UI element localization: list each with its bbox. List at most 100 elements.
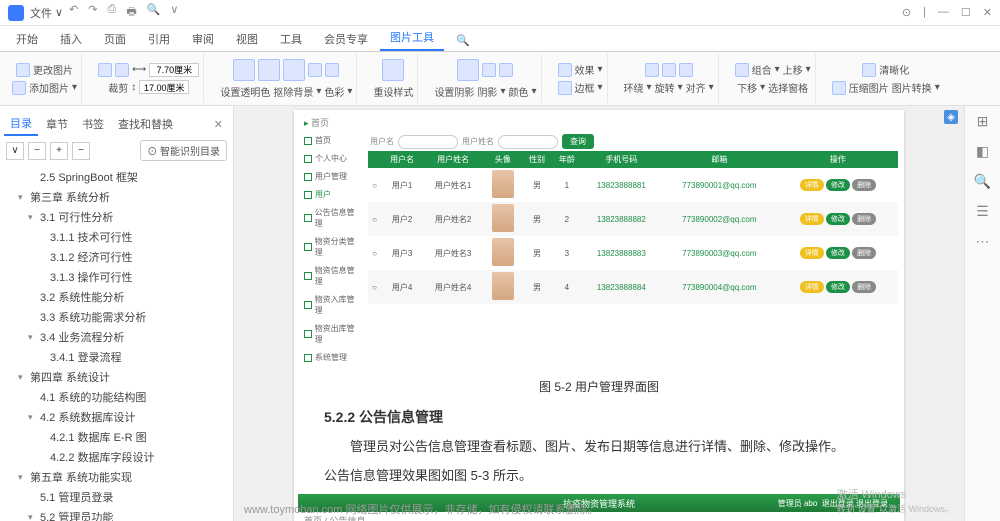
- style-panel-icon[interactable]: ◧: [974, 142, 992, 160]
- chevron-down-icon[interactable]: ∨: [170, 3, 178, 22]
- undo-icon[interactable]: ↶: [69, 3, 78, 22]
- embedded-image-1[interactable]: ▸ 首页 首页个人中心用户管理用户公告信息管理物资分类管理物资信息管理物资入库管…: [294, 110, 904, 372]
- help-icon[interactable]: ⊙: [902, 6, 911, 19]
- add-picture-button[interactable]: 添加图片 ▾: [12, 80, 77, 95]
- panel-toggle-icon[interactable]: ⊞: [974, 112, 992, 130]
- document-canvas[interactable]: ◈ ▸ 首页 首页个人中心用户管理用户公告信息管理物资分类管理物资信息管理物资入…: [234, 106, 964, 521]
- border-button[interactable]: 边框▾: [558, 80, 603, 95]
- toc-item[interactable]: 3.2 系统性能分析: [0, 287, 233, 307]
- toc-item[interactable]: ▾4.2 系统数据库设计: [0, 407, 233, 427]
- toc-item[interactable]: ▾第四章 系统设计: [0, 367, 233, 387]
- tab-picture-tools[interactable]: 图片工具: [380, 25, 444, 51]
- figure-caption-1: 图 5-2 用户管理界面图: [294, 372, 904, 401]
- transparent-icon[interactable]: [233, 59, 255, 81]
- height-input[interactable]: [139, 80, 189, 94]
- brightness-icon[interactable]: [308, 63, 322, 77]
- shadow-color-icon[interactable]: [499, 63, 513, 77]
- toc-item[interactable]: 3.1.2 经济可行性: [0, 247, 233, 267]
- toc-item[interactable]: 4.2.1 数据库 E-R 图: [0, 427, 233, 447]
- properties-icon[interactable]: ☰: [974, 202, 992, 220]
- outline-tab-chapter[interactable]: 章节: [40, 113, 74, 135]
- minimize-icon[interactable]: —: [938, 6, 949, 19]
- embed1-username-input: [398, 135, 458, 149]
- toc-item[interactable]: 3.3 系统功能需求分析: [0, 307, 233, 327]
- tab-page[interactable]: 页面: [94, 27, 136, 51]
- selection-pane-button[interactable]: 选择窗格: [768, 80, 808, 95]
- more-icon[interactable]: ⋯: [974, 232, 992, 250]
- search-icon[interactable]: 🔍: [446, 30, 480, 51]
- toc-item[interactable]: 5.1 管理员登录: [0, 487, 233, 507]
- tab-tools[interactable]: 工具: [270, 27, 312, 51]
- lock-icon[interactable]: [98, 63, 112, 77]
- toc-item[interactable]: 2.5 SpringBoot 框架: [0, 167, 233, 187]
- toc-item[interactable]: 3.4.1 登录流程: [0, 347, 233, 367]
- crop-icon[interactable]: [115, 63, 129, 77]
- color-icon[interactable]: [283, 59, 305, 81]
- print-preview-icon[interactable]: 🖶: [126, 3, 136, 22]
- search-panel-icon[interactable]: 🔍: [974, 172, 992, 190]
- toc-item[interactable]: ▾第五章 系统功能实现: [0, 467, 233, 487]
- rotate-icon[interactable]: [662, 63, 676, 77]
- sharpen-button[interactable]: 清晰化: [862, 62, 909, 77]
- toc-item[interactable]: ▾第三章 系统分析: [0, 187, 233, 207]
- print-icon[interactable]: ⎙: [108, 3, 117, 22]
- window-controls: ⊙| — ☐ ✕: [902, 6, 992, 19]
- paragraph-1: 管理员对公告信息管理查看标题、图片、发布日期等信息进行详情、删除、修改操作。: [294, 433, 904, 462]
- convert-button[interactable]: 图片转换: [892, 80, 932, 95]
- contrast-icon[interactable]: [325, 63, 339, 77]
- shadow-style-icon[interactable]: [482, 63, 496, 77]
- nav-location-icon[interactable]: ◈: [944, 110, 958, 124]
- embed1-sidebar-item: 个人中心: [300, 150, 364, 167]
- tab-insert[interactable]: 插入: [50, 27, 92, 51]
- outline-tab-toc[interactable]: 目录: [4, 112, 38, 136]
- outline-tab-bookmark[interactable]: 书签: [76, 113, 110, 135]
- wrap-icon[interactable]: [645, 63, 659, 77]
- tab-member[interactable]: 会员专享: [314, 27, 378, 51]
- group-button[interactable]: 组合▾ 上移▾: [735, 62, 811, 77]
- toc-item[interactable]: ▾3.1 可行性分析: [0, 207, 233, 227]
- embed1-search-row: 用户名 用户姓名 查询: [368, 132, 898, 151]
- redo-icon[interactable]: ↷: [88, 3, 97, 22]
- remove-bg-icon[interactable]: [258, 59, 280, 81]
- tab-reference[interactable]: 引用: [138, 27, 180, 51]
- embed1-search-button: 查询: [562, 134, 594, 149]
- effect-button[interactable]: 效果▾: [558, 62, 603, 77]
- ribbon-group-picture: 更改图片 添加图片 ▾: [8, 54, 82, 103]
- reset-style-label: 重设样式: [373, 84, 413, 99]
- window-titlebar: 文件 ∨ ↶ ↷ ⎙ 🖶 🔍 ∨ ⊙| — ☐ ✕: [0, 0, 1000, 26]
- watermark-text: www.toymoban.com 网络图片仅供展示，非存储，如有侵权请联系删除。: [244, 501, 598, 517]
- outline-collapse-icon[interactable]: −: [28, 142, 46, 160]
- embed1-table: 用户名用户姓名头像性别年龄手机号码邮箱操作 ○用户1用户姓名1男11382388…: [368, 151, 898, 304]
- file-menu[interactable]: 文件 ∨: [30, 5, 63, 21]
- embed1-crumb: ▸ 首页: [298, 114, 900, 130]
- ribbon-group-optimize: 清晰化 压缩图片 图片转换▾: [828, 54, 944, 103]
- toc-item[interactable]: 3.1.3 操作可行性: [0, 267, 233, 287]
- toc-item[interactable]: 3.1.1 技术可行性: [0, 227, 233, 247]
- tab-start[interactable]: 开始: [6, 27, 48, 51]
- outline-expand-all-icon[interactable]: ∨: [6, 142, 24, 160]
- tab-view[interactable]: 视图: [226, 27, 268, 51]
- toc-tree[interactable]: 2.5 SpringBoot 框架▾第三章 系统分析▾3.1 可行性分析3.1.…: [0, 165, 233, 521]
- close-icon[interactable]: ✕: [983, 6, 992, 19]
- toc-item[interactable]: 4.2.2 数据库字段设计: [0, 447, 233, 467]
- compress-button[interactable]: 压缩图片 图片转换▾: [832, 80, 940, 95]
- outline-add-icon[interactable]: +: [50, 142, 68, 160]
- shadow-icon[interactable]: [457, 59, 479, 81]
- outline-close-icon[interactable]: ✕: [208, 118, 229, 131]
- tab-review[interactable]: 审阅: [182, 27, 224, 51]
- toc-item[interactable]: ▾3.4 业务流程分析: [0, 327, 233, 347]
- toc-item[interactable]: 4.1 系统的功能结构图: [0, 387, 233, 407]
- align-icon[interactable]: [679, 63, 693, 77]
- outline-tab-find[interactable]: 查找和替换: [112, 113, 179, 135]
- outline-remove-icon[interactable]: −: [72, 142, 90, 160]
- smart-toc-button[interactable]: ⊙ 智能识别目录: [140, 140, 227, 161]
- change-picture-button[interactable]: 更改图片: [16, 62, 73, 77]
- maximize-icon[interactable]: ☐: [961, 6, 971, 19]
- reset-style-icon[interactable]: [382, 59, 404, 81]
- find-icon[interactable]: 🔍: [147, 3, 161, 22]
- app-logo: [8, 5, 24, 21]
- ribbon-group-effect: 效果▾ 边框▾: [554, 54, 608, 103]
- table-row: ○用户3用户姓名3男313823888883773890003@qq.com详情…: [368, 236, 898, 270]
- toc-item[interactable]: ▾5.2 管理员功能: [0, 507, 233, 521]
- width-input[interactable]: [149, 63, 199, 77]
